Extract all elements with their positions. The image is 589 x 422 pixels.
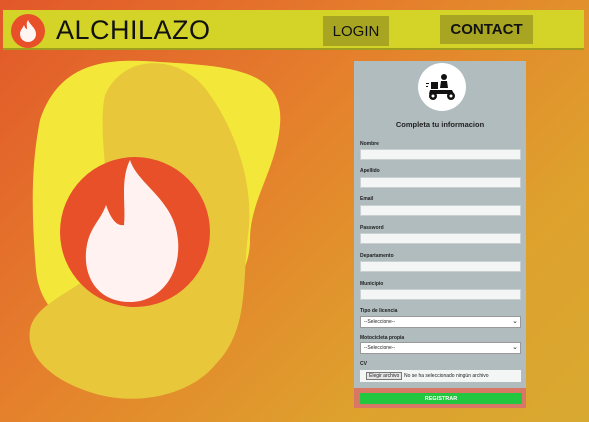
logo[interactable] (11, 14, 45, 48)
license-selected-value: --Seleccione-- (364, 319, 396, 325)
password-input[interactable] (360, 233, 521, 244)
file-status-text: No se ha seleccionado ningún archivo (404, 373, 489, 379)
form-avatar (418, 63, 466, 111)
motorcycle-delivery-icon (426, 74, 455, 100)
municipio-input[interactable] (360, 289, 521, 300)
contact-button[interactable]: CONTACT (440, 15, 533, 44)
register-button[interactable]: REGISTRAR (360, 393, 522, 404)
choose-file-button[interactable]: Elegir archivo (366, 372, 403, 380)
fire-icon (20, 20, 36, 42)
field-label-cv: CV (360, 361, 367, 367)
login-button[interactable]: LOGIN (323, 16, 389, 46)
motorcycle-selected-value: --Seleccione-- (364, 345, 396, 351)
email-input[interactable] (360, 205, 521, 216)
field-label-municipio: Municipio (360, 281, 384, 287)
cv-file-input: Elegir archivo No se ha seleccionado nin… (360, 370, 521, 382)
field-label-licencia: Tipo de licencia (360, 308, 398, 314)
license-select[interactable]: --Seleccione-- ⌄ (360, 316, 521, 328)
hero-illustration (29, 60, 281, 399)
apellido-input[interactable] (360, 177, 521, 188)
navbar: ALCHILAZO LOGIN CONTACT (3, 10, 584, 50)
nombre-input[interactable] (360, 149, 521, 160)
field-label-motocicleta: Motocicleta propia (360, 335, 405, 341)
field-label-departamento: Departamento (360, 253, 394, 259)
chevron-down-icon: ⌄ (512, 318, 518, 325)
chevron-down-icon: ⌄ (512, 344, 518, 351)
field-label-apellido: Apellido (360, 168, 380, 174)
motorcycle-select[interactable]: --Seleccione-- ⌄ (360, 342, 521, 354)
field-label-nombre: Nombre (360, 141, 379, 147)
form-title: Completa tu informacion (395, 120, 485, 129)
field-label-password: Password (360, 225, 384, 231)
brand-name: ALCHILAZO (56, 15, 211, 45)
field-label-email: Email (360, 196, 374, 202)
departamento-input[interactable] (360, 261, 521, 272)
